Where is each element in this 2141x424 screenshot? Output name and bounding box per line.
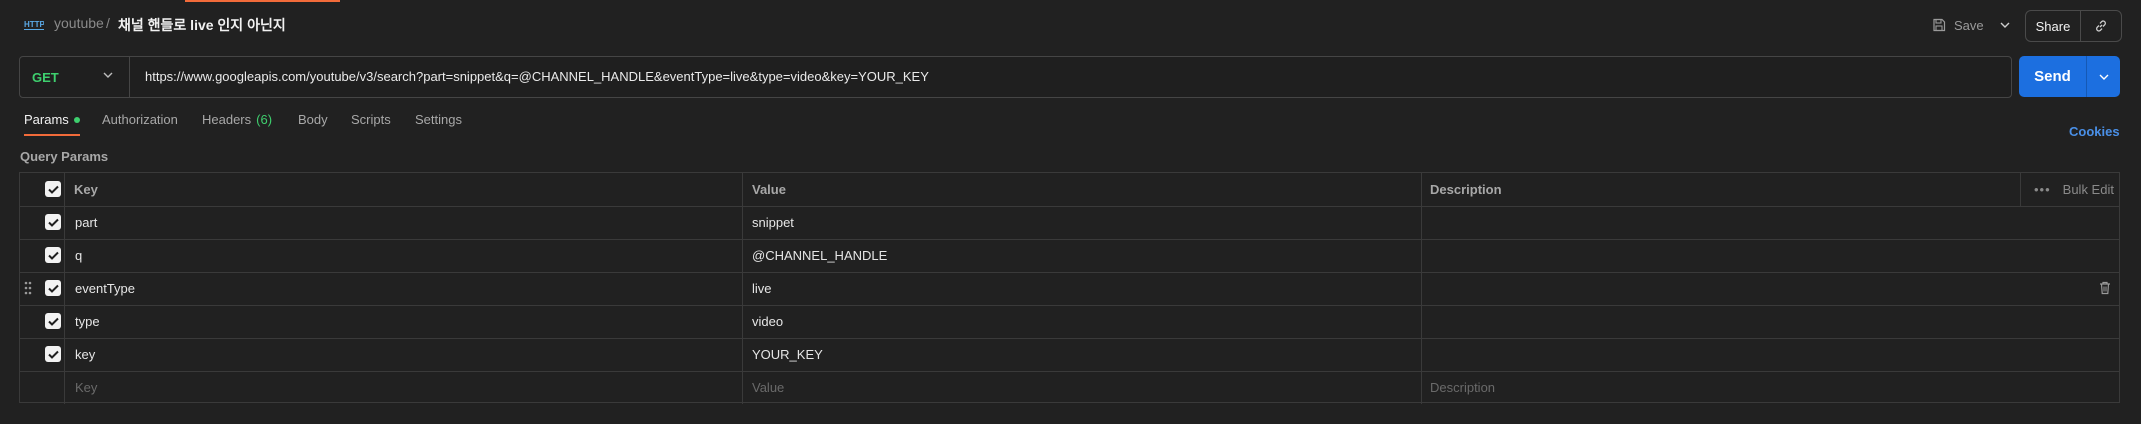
table-row: type video [20, 305, 2119, 339]
tab-body[interactable]: Body [298, 112, 328, 127]
request-title[interactable]: 채널 핸들로 live 인지 아닌지 [118, 15, 286, 35]
send-group: Send [2019, 56, 2120, 97]
params-active-dot [73, 116, 80, 123]
table-row: q @CHANNEL_HANDLE [20, 239, 2119, 273]
send-button[interactable]: Send [2019, 56, 2087, 97]
tab-headers[interactable]: Headers (6) [202, 112, 272, 127]
active-tab-indicator [185, 0, 340, 2]
chevron-down-icon [103, 72, 113, 78]
tab-label: Params [24, 112, 69, 127]
chevron-down-icon [2000, 22, 2010, 28]
top-bar: HTTP youtube / 채널 핸들로 live 인지 아닌지 Save S… [0, 0, 2141, 50]
row-checkbox[interactable] [45, 214, 61, 230]
save-label: Save [1954, 17, 1984, 33]
query-params-table: Key Value Description ••• Bulk Edit part… [19, 172, 2120, 404]
headers-count: (6) [256, 112, 273, 127]
table-row: key YOUR_KEY [20, 338, 2119, 372]
new-key-input[interactable]: Key [75, 371, 97, 404]
drag-handle-icon[interactable] [24, 281, 32, 295]
checkmark-icon [47, 218, 59, 227]
share-group: Share [2025, 10, 2122, 42]
row-checkbox[interactable] [45, 247, 61, 263]
cookies-link[interactable]: Cookies [2069, 124, 2120, 139]
share-button[interactable]: Share [2026, 11, 2081, 41]
method-selector[interactable]: GET [20, 57, 130, 97]
param-value[interactable]: @CHANNEL_HANDLE [752, 239, 887, 272]
column-header-key: Key [74, 182, 98, 197]
table-row-new: Key Value Description [20, 371, 2119, 404]
svg-text:HTTP: HTTP [24, 20, 44, 29]
chevron-down-icon [2099, 74, 2108, 80]
table-row: part snippet [20, 206, 2119, 240]
checkmark-icon [47, 317, 59, 326]
row-checkbox[interactable] [45, 313, 61, 329]
new-value-input[interactable]: Value [752, 371, 784, 404]
bulk-edit-button[interactable]: ••• Bulk Edit [2034, 173, 2114, 206]
tab-settings[interactable]: Settings [415, 112, 462, 127]
trash-icon[interactable] [2099, 281, 2111, 295]
table-header-row: Key Value Description ••• Bulk Edit [20, 173, 2119, 207]
bulk-edit-label: Bulk Edit [2062, 182, 2114, 197]
table-row: eventType live [20, 272, 2119, 306]
tab-label: Headers [202, 112, 252, 127]
select-all-checkbox[interactable] [45, 181, 61, 197]
row-checkbox[interactable] [45, 280, 61, 296]
save-icon [1933, 18, 1946, 32]
row-checkbox[interactable] [45, 346, 61, 362]
new-description-input[interactable]: Description [1430, 371, 1495, 404]
more-options-icon[interactable]: ••• [2034, 182, 2051, 197]
active-tab-underline [24, 134, 80, 136]
url-input[interactable]: https://www.googleapis.com/youtube/v3/se… [145, 57, 1995, 97]
checkmark-icon [47, 251, 59, 260]
param-key[interactable]: eventType [75, 272, 135, 305]
param-value[interactable]: live [752, 272, 772, 305]
param-value[interactable]: YOUR_KEY [752, 338, 823, 371]
breadcrumb-separator: / [106, 15, 110, 31]
param-key[interactable]: type [75, 305, 100, 338]
param-key[interactable]: key [75, 338, 95, 371]
column-header-value: Value [752, 182, 786, 197]
checkmark-icon [47, 185, 59, 194]
save-button[interactable]: Save [1932, 12, 1984, 38]
checkmark-icon [47, 284, 59, 293]
breadcrumb-collection[interactable]: youtube [54, 15, 104, 31]
save-options-button[interactable] [1995, 14, 2015, 36]
http-request-icon: HTTP [24, 20, 44, 30]
column-header-description: Description [1430, 182, 1502, 197]
tab-scripts[interactable]: Scripts [351, 112, 391, 127]
send-options-button[interactable] [2087, 56, 2120, 97]
request-url-bar: GET https://www.googleapis.com/youtube/v… [19, 56, 2012, 98]
tab-params[interactable]: Params [24, 112, 80, 136]
tab-authorization[interactable]: Authorization [102, 112, 178, 127]
param-value[interactable]: video [752, 305, 783, 338]
method-label: GET [32, 69, 59, 85]
link-icon [2096, 20, 2106, 32]
param-key[interactable]: part [75, 206, 97, 239]
checkmark-icon [47, 350, 59, 359]
param-key[interactable]: q [75, 239, 82, 272]
query-params-label: Query Params [20, 149, 109, 164]
param-value[interactable]: snippet [752, 206, 794, 239]
copy-link-button[interactable] [2081, 11, 2121, 41]
